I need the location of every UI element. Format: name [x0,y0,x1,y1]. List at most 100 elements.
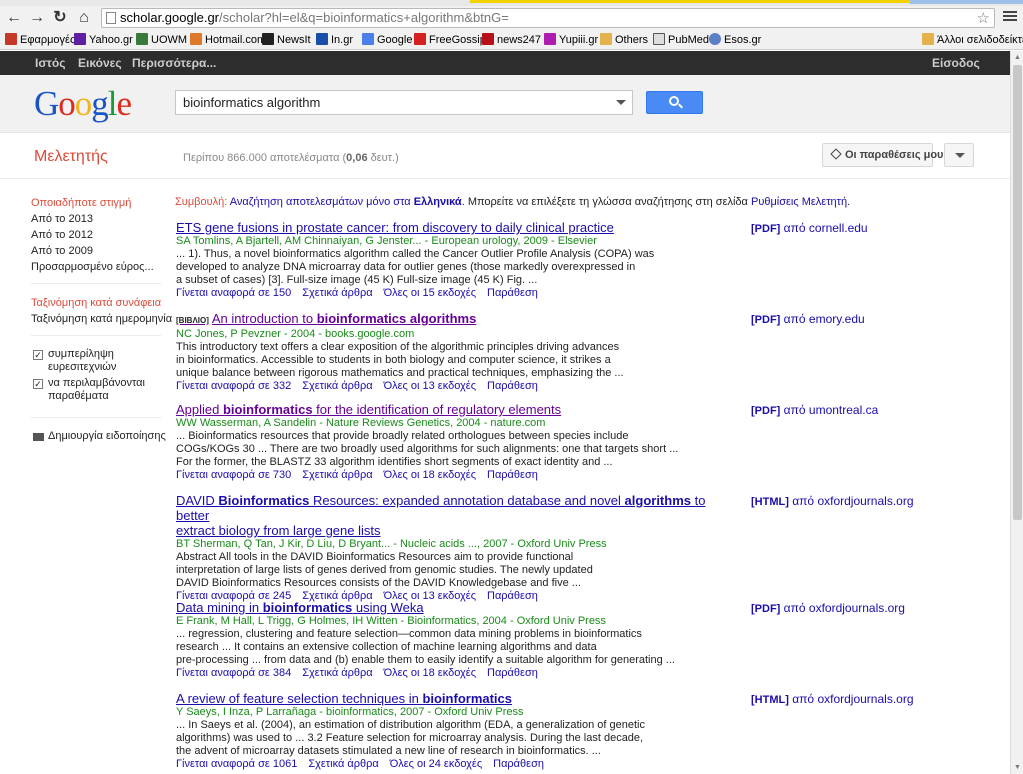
related-articles-link[interactable]: Σχετικά άρθρα [302,667,372,679]
all-versions-link[interactable]: Όλες οι 15 εκδοχές [384,287,476,299]
result-links: Γίνεται αναφορά σε 730 Σχετικά άρθρα Όλες … [176,469,736,482]
bookmark-news247[interactable]: news247 [482,32,541,48]
bookmark-uowm[interactable]: UOWM [136,32,187,48]
bookmark-esos[interactable]: Esos.gr [709,32,761,48]
envelope-icon [33,433,44,441]
bookmark-in[interactable]: In.gr [316,32,353,48]
fulltext-link[interactable]: [HTML] από oxfordjournals.org [751,494,914,508]
cite-link[interactable]: Παράθεση [487,287,538,299]
result-item: Applied bioinformatics for the identific… [176,402,736,482]
page-scrollbar[interactable]: ▲ ▼ [1010,51,1023,774]
bookmark-hotmail[interactable]: Hotmail.com [190,32,266,48]
scroll-up-icon[interactable]: ▲ [1014,54,1021,61]
bookmark-other-folder[interactable]: Άλλοι σελιδοδείκτες [922,32,1023,48]
reload-icon[interactable]: ↻ [50,8,70,28]
gbar-more-link[interactable]: Περισσότερα... [132,56,216,70]
bookmark-google[interactable]: Google [362,32,412,48]
tip-language-name[interactable]: Ελληνικά [414,196,462,208]
fulltext-link[interactable]: [PDF] από oxfordjournals.org [751,601,905,615]
cite-link[interactable]: Παράθεση [487,380,538,392]
scholar-settings-link[interactable]: Ρυθμίσεις Μελετητή [751,196,847,208]
filter-since-2009[interactable]: Από το 2009 [31,245,93,257]
result-title-link[interactable]: Applied bioinformatics for the identific… [176,402,736,417]
tab-edge [910,0,1023,4]
signin-link[interactable]: Είσοδος [932,56,980,70]
scroll-down-icon[interactable]: ▼ [1014,764,1021,771]
fulltext-link[interactable]: [PDF] από emory.edu [751,312,865,326]
back-icon[interactable]: ← [4,8,24,28]
create-alert-link[interactable]: Δημιουργία ειδοποίησης [48,430,166,442]
result-snippet: ... regression, clustering and feature s… [176,628,675,666]
bookmark-yahoo[interactable]: Yahoo.gr [74,32,133,48]
page-icon [106,12,116,24]
address-bar[interactable]: scholar.google.gr/scholar?hl=el&q=bioinf… [101,8,995,28]
bookmark-others[interactable]: Others [600,32,648,48]
scholar-title[interactable]: Μελετητής [34,148,108,166]
search-input[interactable] [176,91,596,113]
freegossip-icon [414,33,426,45]
result-title-link[interactable]: A review of feature selection techniques… [176,691,736,706]
search-box [175,90,633,115]
bookmark-newsit[interactable]: NewsIt [262,32,311,48]
cite-link[interactable]: Παράθεση [487,667,538,679]
bookmark-freegossip[interactable]: FreeGossip [414,32,486,48]
filter-since-2013[interactable]: Από το 2013 [31,213,93,225]
filter-since-2012[interactable]: Από το 2012 [31,229,93,241]
gbar-images-link[interactable]: Εικόνες [78,56,122,70]
cite-link[interactable]: Παράθεση [493,758,544,770]
bookmark-yupiii[interactable]: Yupiii.gr [544,32,598,48]
cited-by-link[interactable]: Γίνεται αναφορά σε 150 [176,287,291,299]
tip-language-link[interactable]: Αναζήτηση αποτελεσμάτων μόνο στα [230,196,411,208]
all-versions-link[interactable]: Όλες οι 18 εκδοχές [384,667,476,679]
result-title-link[interactable]: ETS gene fusions in prostate cancer: fro… [176,220,736,235]
result-title-link[interactable]: DAVID Bioinformatics Resources: expanded… [176,493,736,538]
home-icon[interactable]: ⌂ [74,8,94,28]
fulltext-link[interactable]: [HTML] από oxfordjournals.org [751,692,914,706]
related-articles-link[interactable]: Σχετικά άρθρα [302,469,372,481]
related-articles-link[interactable]: Σχετικά άρθρα [302,287,372,299]
related-articles-link[interactable]: Σχετικά άρθρα [308,758,378,770]
filter-custom-range[interactable]: Προσαρμοσμένο εύρος... [31,261,154,273]
search-button[interactable] [646,91,703,114]
cited-by-link[interactable]: Γίνεται αναφορά σε 384 [176,667,291,679]
result-item: Data mining in bioinformatics using Weka… [176,600,736,680]
cited-by-link[interactable]: Γίνεται αναφορά σε 332 [176,380,291,392]
cited-by-link[interactable]: Γίνεται αναφορά σε 1061 [176,758,297,770]
google-logo[interactable]: Google [34,84,132,124]
filter-anytime[interactable]: Οποιαδήποτε στιγμή [31,197,131,209]
result-links: Γίνεται αναφορά σε 332 Σχετικά άρθρα Όλες … [176,380,736,393]
browser-menu-icon[interactable] [1002,9,1018,25]
sort-relevance[interactable]: Ταξινόμηση κατά συνάφεια [31,297,161,309]
bookmark-star-icon[interactable]: ☆ [977,9,990,27]
more-options-button[interactable] [944,143,974,167]
bookmark-pubmed[interactable]: PubMed [653,32,709,48]
all-versions-link[interactable]: Όλες οι 24 εκδοχές [390,758,482,770]
sort-date[interactable]: Ταξινόμηση κατά ημερομηνία [31,313,172,325]
uowm-icon [136,33,148,45]
my-citations-button[interactable]: Οι παραθέσεις μου [822,143,943,167]
fulltext-link[interactable]: [PDF] από umontreal.ca [751,403,878,417]
result-links: Γίνεται αναφορά σε 1061 Σχετικά άρθρα Όλες… [176,758,736,771]
result-snippet: Abstract All tools in the DAVID Bioinfor… [176,551,593,589]
bookmarks-bar: Εφαρμογές Yahoo.gr UOWM Hotmail.com News… [0,30,1023,50]
scrollbar-thumb[interactable] [1013,65,1022,520]
cited-by-link[interactable]: Γίνεται αναφορά σε 730 [176,469,291,481]
forward-icon[interactable]: → [27,8,47,28]
url-text: scholar.google.gr/scholar?hl=el&q=bioinf… [120,10,509,25]
all-versions-link[interactable]: Όλες οι 18 εκδοχές [384,469,476,481]
result-title-link[interactable]: Data mining in bioinformatics using Weka [176,600,736,615]
in-icon [316,33,328,45]
gbar-web-link[interactable]: Ιστός [35,56,65,70]
folder-icon [922,33,934,45]
related-articles-link[interactable]: Σχετικά άρθρα [302,380,372,392]
include-citations-checkbox[interactable]: ✓ [33,379,43,389]
bookmark-apps[interactable]: Εφαρμογές [5,32,75,48]
include-patents-checkbox[interactable]: ✓ [33,350,43,360]
fulltext-link[interactable]: [PDF] από cornell.edu [751,221,868,235]
cite-link[interactable]: Παράθεση [487,469,538,481]
search-options-dropdown-icon[interactable] [616,100,626,105]
result-title-link[interactable]: [ΒΙΒΛΙΟ] An introduction to bioinformatic… [176,311,736,328]
search-header: Google [0,75,1010,133]
all-versions-link[interactable]: Όλες οι 13 εκδοχές [384,380,476,392]
result-links: Γίνεται αναφορά σε 384 Σχετικά άρθρα Όλες … [176,667,736,680]
